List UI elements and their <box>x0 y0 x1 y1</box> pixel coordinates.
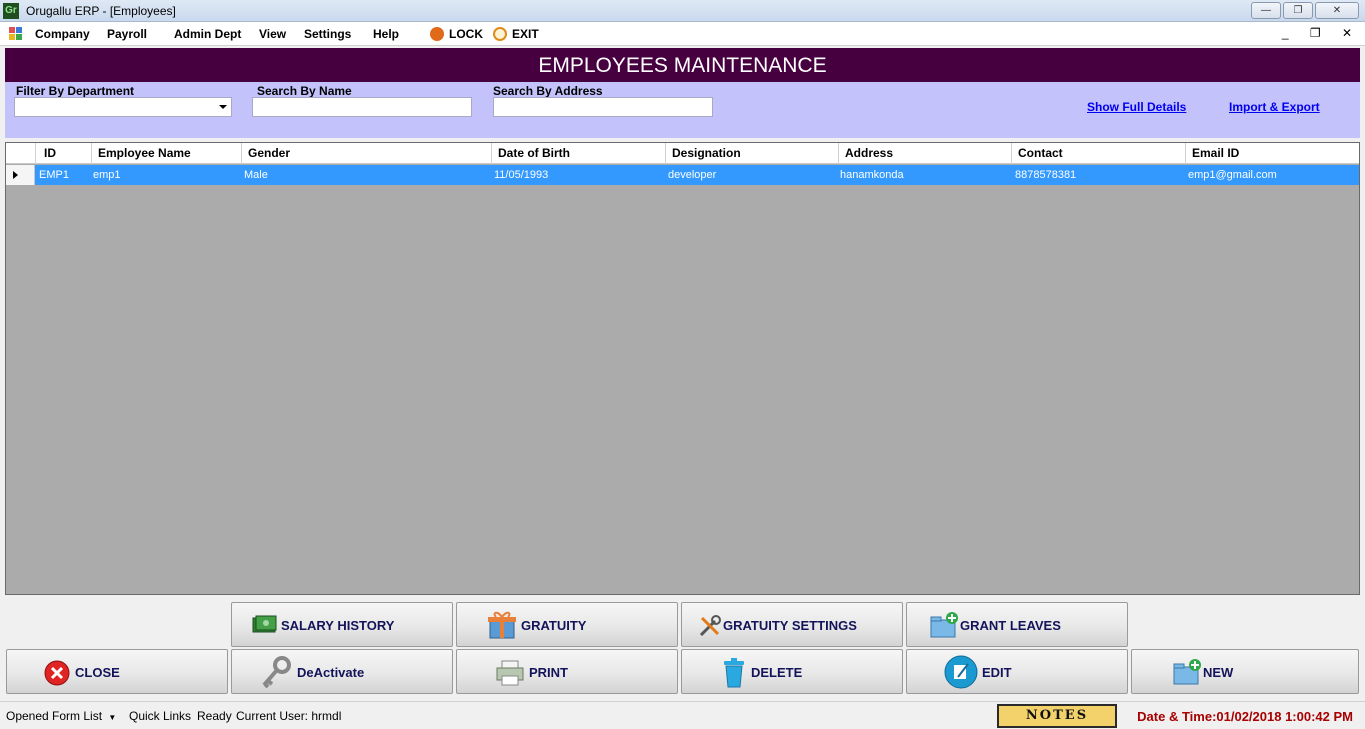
menu-admin-dept[interactable]: Admin Dept <box>174 27 241 41</box>
print-button[interactable]: PRINT <box>456 649 678 694</box>
address-search-input[interactable] <box>493 97 713 117</box>
power-icon[interactable] <box>493 27 507 41</box>
print-label: PRINT <box>529 665 568 680</box>
menu-lock[interactable]: LOCK <box>449 27 483 41</box>
column-header-date-of-birth[interactable]: Date of Birth <box>498 146 570 160</box>
new-button[interactable]: NEW <box>1131 649 1359 694</box>
delete-button[interactable]: DELETE <box>681 649 903 694</box>
lock-icon[interactable] <box>430 27 444 41</box>
menu-exit[interactable]: EXIT <box>512 27 539 41</box>
key-icon <box>262 656 291 689</box>
minimize-button[interactable]: — <box>1251 2 1281 19</box>
page-header: EMPLOYEES MAINTENANCE <box>5 48 1360 82</box>
close-label: CLOSE <box>75 665 120 680</box>
status-bar: Opened Form List ▼ Quick Links Ready Cur… <box>0 701 1365 729</box>
gratuity-settings-label: GRATUITY SETTINGS <box>723 618 857 633</box>
form-menu-icon[interactable] <box>9 27 23 41</box>
restore-button[interactable]: ❐ <box>1283 2 1313 19</box>
trash-icon <box>724 658 744 688</box>
chevron-down-icon: ▼ <box>108 713 117 722</box>
opened-form-list-label: Opened Form List <box>6 709 103 723</box>
printer-icon <box>496 660 524 686</box>
gift-icon <box>488 611 516 639</box>
column-header-email-id[interactable]: Email ID <box>1192 146 1239 160</box>
grant-leaves-button[interactable]: GRANT LEAVES <box>906 602 1128 647</box>
edit-label: EDIT <box>982 665 1012 680</box>
close-button[interactable]: CLOSE <box>6 649 228 694</box>
import-export-link[interactable]: Import & Export <box>1229 100 1320 114</box>
edit-button[interactable]: EDIT <box>906 649 1128 694</box>
opened-form-list-dropdown[interactable]: Opened Form List ▼ <box>6 709 116 723</box>
name-search-label: Search By Name <box>257 84 352 98</box>
menu-bar: Company Payroll Admin Dept View Settings… <box>0 22 1365 46</box>
column-header-id[interactable]: ID <box>44 146 56 160</box>
department-filter-dropdown[interactable] <box>14 97 232 117</box>
cell-employee-name: emp1 <box>93 169 121 181</box>
grid-header: ID Employee Name Gender Date of Birth De… <box>6 143 1359 164</box>
delete-label: DELETE <box>751 665 803 680</box>
filter-panel: Filter By Department Search By Name Sear… <box>5 82 1360 138</box>
employees-grid[interactable]: ID Employee Name Gender Date of Birth De… <box>5 142 1360 595</box>
notes-button[interactable]: NOTES <box>997 704 1117 728</box>
deactivate-label: DeActivate <box>297 665 365 680</box>
cell-address: hanamkonda <box>840 169 904 181</box>
quick-links[interactable]: Quick Links <box>129 709 191 723</box>
mdi-window-controls[interactable]: _ ❐ ✕ <box>1282 26 1361 40</box>
name-search-input[interactable] <box>252 97 472 117</box>
row-selector[interactable] <box>6 165 35 185</box>
menu-payroll[interactable]: Payroll <box>107 27 147 41</box>
new-label: NEW <box>1203 665 1234 680</box>
gratuity-settings-button[interactable]: GRATUITY SETTINGS <box>681 602 903 647</box>
menu-company[interactable]: Company <box>35 27 90 41</box>
current-row-icon <box>13 171 18 179</box>
edit-icon <box>944 655 978 689</box>
money-icon <box>252 615 277 633</box>
cell-date-of-birth: 11/05/1993 <box>494 169 549 181</box>
folder-add-icon <box>1173 659 1201 685</box>
column-header-designation[interactable]: Designation <box>672 146 741 160</box>
deactivate-button[interactable]: DeActivate <box>231 649 453 694</box>
close-icon <box>44 660 70 686</box>
cell-id: EMP1 <box>39 169 69 181</box>
column-header-employee-name[interactable]: Employee Name <box>98 146 191 160</box>
cell-designation: developer <box>668 169 717 181</box>
gratuity-label: GRATUITY <box>521 618 587 633</box>
cell-gender: Male <box>244 169 268 181</box>
app-logo-icon: Gr <box>3 3 19 19</box>
address-search-label: Search By Address <box>493 84 603 98</box>
salary-history-label: SALARY HISTORY <box>281 618 395 633</box>
close-window-button[interactable]: ✕ <box>1315 2 1359 19</box>
gratuity-button[interactable]: GRATUITY <box>456 602 678 647</box>
menu-help[interactable]: Help <box>373 27 399 41</box>
window-title: Orugallu ERP - [Employees] <box>26 4 176 18</box>
current-user: Current User: hrmdl <box>236 709 342 723</box>
menu-view[interactable]: View <box>259 27 286 41</box>
page-title: EMPLOYEES MAINTENANCE <box>538 54 827 77</box>
grant-leaves-label: GRANT LEAVES <box>960 618 1061 633</box>
cell-contact: 8878578381 <box>1015 169 1077 181</box>
column-header-address[interactable]: Address <box>845 146 893 160</box>
tools-icon <box>699 615 721 637</box>
date-time: Date & Time:01/02/2018 1:00:42 PM <box>1137 709 1353 724</box>
column-header-contact[interactable]: Contact <box>1018 146 1063 160</box>
cell-email-id: emp1@gmail.com <box>1188 169 1277 181</box>
show-full-details-link[interactable]: Show Full Details <box>1087 100 1186 114</box>
salary-history-button[interactable]: SALARY HISTORY <box>231 602 453 647</box>
column-header-gender[interactable]: Gender <box>248 146 290 160</box>
department-filter-label: Filter By Department <box>16 84 135 98</box>
menu-settings[interactable]: Settings <box>304 27 351 41</box>
status-ready: Ready <box>197 709 232 723</box>
table-row[interactable]: EMP1 emp1 Male 11/05/1993 developer hana… <box>6 165 1359 185</box>
folder-add-icon <box>930 612 958 638</box>
title-bar: Gr Orugallu ERP - [Employees] — ❐ ✕ <box>0 0 1365 22</box>
chevron-down-icon <box>219 105 227 109</box>
